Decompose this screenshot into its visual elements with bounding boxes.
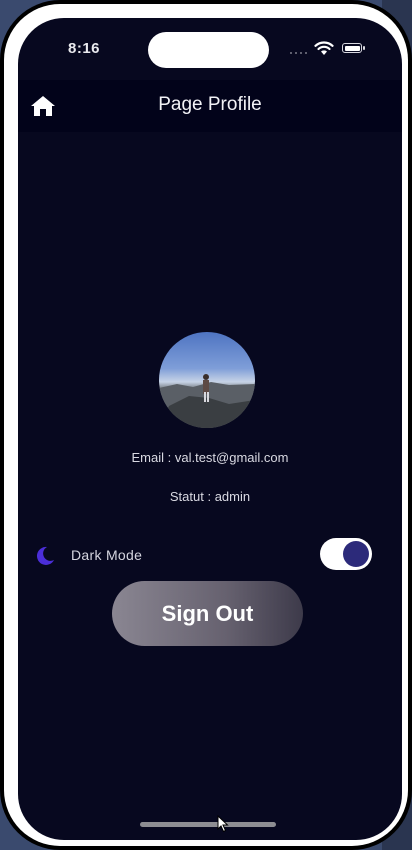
battery-tip	[363, 46, 365, 50]
statut-text: Statut : admin	[169, 489, 251, 504]
moon-icon	[36, 546, 54, 565]
battery-icon	[342, 43, 362, 53]
avatar-photo	[159, 374, 255, 428]
phone-bezel: 8:16 Page Profile Email: val.test@gmail…	[4, 4, 408, 846]
email-text: Email : val.test@gmail.com	[131, 450, 289, 465]
app-bar: Page Profile	[18, 80, 402, 132]
status-time: 8:16	[68, 40, 101, 57]
dark-mode-row: Dark Mode	[18, 538, 402, 572]
wifi-icon	[314, 41, 334, 55]
dark-mode-label: Dark Mode	[71, 547, 143, 563]
dynamic-island	[148, 32, 269, 68]
screen: 8:16 Page Profile Email: val.test@gmail…	[18, 18, 402, 840]
mouse-cursor-icon	[217, 815, 229, 833]
phone-frame: 8:16 Page Profile Email: val.test@gmail…	[0, 0, 412, 850]
dark-mode-toggle[interactable]	[320, 538, 372, 570]
signal-icon	[290, 48, 308, 54]
home-indicator[interactable]	[140, 822, 276, 827]
status-bar: 8:16	[18, 18, 402, 80]
page-title: Page Profile	[158, 94, 262, 115]
profile-avatar	[159, 332, 255, 428]
sign-out-button[interactable]: Sign Out	[112, 581, 303, 646]
toggle-knob	[343, 541, 369, 567]
